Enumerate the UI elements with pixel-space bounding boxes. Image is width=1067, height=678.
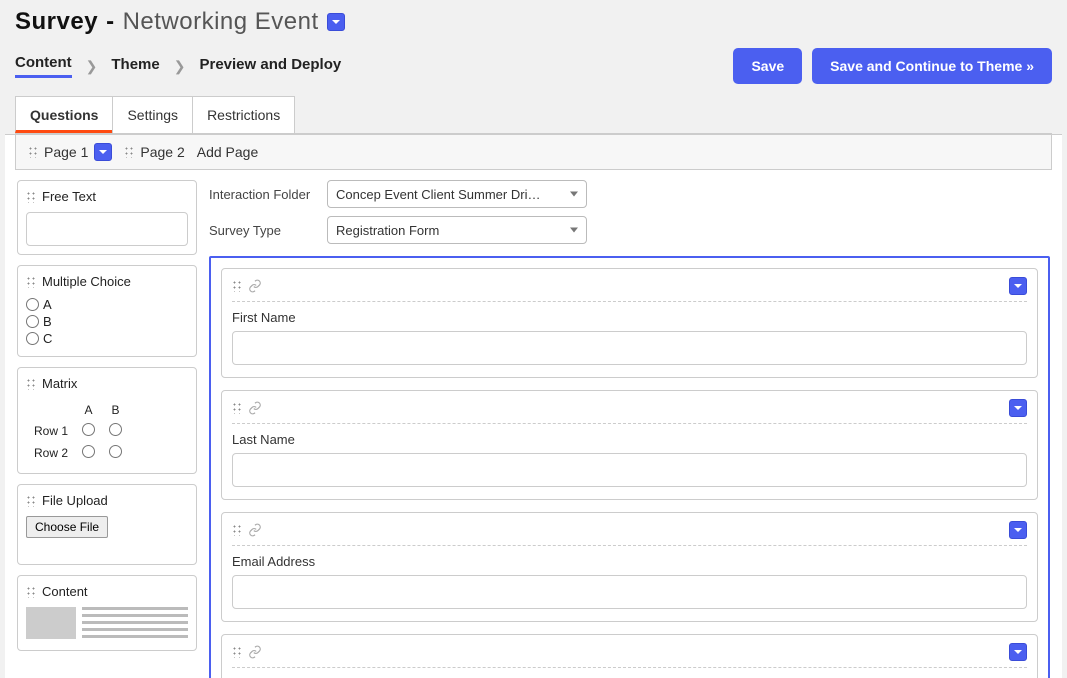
field-preview-input	[232, 331, 1027, 365]
chevron-down-icon	[1013, 647, 1023, 657]
mc-preview-radio	[26, 332, 39, 345]
widget-matrix[interactable]: Matrix AB Row 1 Row 2	[17, 367, 197, 474]
image-placeholder-icon	[26, 607, 76, 639]
chevron-down-icon	[331, 17, 341, 27]
step-theme[interactable]: Theme	[111, 56, 159, 77]
drag-handle-icon[interactable]	[232, 646, 242, 658]
drag-handle-icon[interactable]	[26, 276, 36, 288]
drag-handle-icon[interactable]	[232, 524, 242, 536]
field-card[interactable]: First Name	[221, 268, 1038, 378]
mc-option-a: A	[43, 297, 52, 312]
mc-preview-radio	[26, 315, 39, 328]
mc-preview-radio	[26, 298, 39, 311]
chevron-down-icon	[98, 147, 108, 157]
interaction-folder-label: Interaction Folder	[209, 187, 319, 202]
page-1-tab[interactable]: Page 1	[28, 143, 112, 161]
link-icon	[248, 523, 262, 537]
field-menu-button[interactable]	[1009, 643, 1027, 661]
field-card[interactable]: Last Name	[221, 390, 1038, 500]
field-label: First Name	[232, 310, 1027, 325]
tab-restrictions[interactable]: Restrictions	[192, 96, 295, 133]
interaction-folder-value: Concep Event Client Summer Dri…	[336, 187, 540, 202]
tab-settings[interactable]: Settings	[112, 96, 193, 133]
survey-picker-dropdown[interactable]	[327, 13, 345, 31]
save-continue-button[interactable]: Save and Continue to Theme »	[812, 48, 1052, 84]
page-1-label: Page 1	[44, 144, 88, 160]
widget-content-label: Content	[42, 584, 88, 599]
widget-file-upload[interactable]: File Upload Choose File	[17, 484, 197, 565]
field-label: Last Name	[232, 432, 1027, 447]
mc-option-b: B	[43, 314, 52, 329]
widget-multiple-choice-label: Multiple Choice	[42, 274, 131, 289]
matrix-col-a: A	[76, 401, 101, 419]
matrix-preview-radio	[109, 445, 122, 458]
widget-free-text-label: Free Text	[42, 189, 96, 204]
save-button[interactable]: Save	[733, 48, 802, 84]
matrix-col-b: B	[103, 401, 128, 419]
field-preview-input	[232, 453, 1027, 487]
field-menu-button[interactable]	[1009, 277, 1027, 295]
text-lines-icon	[82, 607, 188, 642]
matrix-preview: AB Row 1 Row 2	[26, 399, 130, 465]
field-card[interactable]: Company	[221, 634, 1038, 678]
free-text-preview-input	[26, 212, 188, 246]
survey-type-value: Registration Form	[336, 223, 439, 238]
add-page-button[interactable]: Add Page	[197, 144, 259, 160]
page-2-label: Page 2	[140, 144, 184, 160]
chevron-right-icon: ❯	[174, 58, 186, 75]
interaction-folder-select[interactable]: Concep Event Client Summer Dri…	[327, 180, 587, 208]
field-menu-button[interactable]	[1009, 521, 1027, 539]
tab-questions[interactable]: Questions	[15, 96, 113, 133]
matrix-preview-radio	[82, 423, 95, 436]
matrix-preview-radio	[109, 423, 122, 436]
widget-multiple-choice[interactable]: Multiple Choice A B C	[17, 265, 197, 357]
chevron-down-icon	[1013, 525, 1023, 535]
drag-handle-icon[interactable]	[26, 191, 36, 203]
link-icon	[248, 279, 262, 293]
survey-type-select[interactable]: Registration Form	[327, 216, 587, 244]
title-name: Networking Event	[123, 8, 319, 36]
drag-handle-icon[interactable]	[28, 146, 38, 158]
chevron-right-icon: ❯	[86, 58, 98, 75]
page-title-row: Survey - Networking Event	[15, 8, 1052, 36]
chevron-down-icon	[1013, 403, 1023, 413]
title-prefix: Survey	[15, 8, 98, 36]
drag-handle-icon[interactable]	[26, 586, 36, 598]
field-preview-input	[232, 575, 1027, 609]
page-1-menu[interactable]	[94, 143, 112, 161]
field-card[interactable]: Email Address	[221, 512, 1038, 622]
field-menu-button[interactable]	[1009, 399, 1027, 417]
drag-handle-icon[interactable]	[232, 402, 242, 414]
widget-content[interactable]: Content	[17, 575, 197, 651]
field-label: Email Address	[232, 554, 1027, 569]
mc-option-c: C	[43, 331, 52, 346]
link-icon	[248, 401, 262, 415]
matrix-row1: Row 1	[28, 421, 74, 441]
widget-free-text[interactable]: Free Text	[17, 180, 197, 255]
widget-matrix-label: Matrix	[42, 376, 77, 391]
drag-handle-icon[interactable]	[232, 280, 242, 292]
page-2-tab[interactable]: Page 2	[124, 144, 184, 160]
page-bar: Page 1 Page 2 Add Page	[15, 135, 1052, 170]
title-separator: -	[106, 8, 115, 36]
chevron-down-icon	[1013, 281, 1023, 291]
survey-type-label: Survey Type	[209, 223, 319, 238]
matrix-preview-radio	[82, 445, 95, 458]
drag-handle-icon[interactable]	[26, 378, 36, 390]
content-tabs: Questions Settings Restrictions	[15, 96, 1052, 134]
choose-file-preview-button: Choose File	[26, 516, 108, 538]
add-page-label: Add Page	[197, 144, 259, 160]
link-icon	[248, 645, 262, 659]
drag-handle-icon[interactable]	[124, 146, 134, 158]
wizard-steps: Content ❯ Theme ❯ Preview and Deploy	[15, 54, 341, 78]
matrix-row2: Row 2	[28, 443, 74, 463]
content-preview	[26, 607, 188, 642]
step-content[interactable]: Content	[15, 54, 72, 78]
form-canvas[interactable]: First Name Last Name	[209, 256, 1050, 678]
widget-palette: Free Text Multiple Choice A B C	[17, 180, 197, 651]
step-preview-deploy[interactable]: Preview and Deploy	[199, 56, 341, 77]
widget-file-upload-label: File Upload	[42, 493, 108, 508]
drag-handle-icon[interactable]	[26, 495, 36, 507]
